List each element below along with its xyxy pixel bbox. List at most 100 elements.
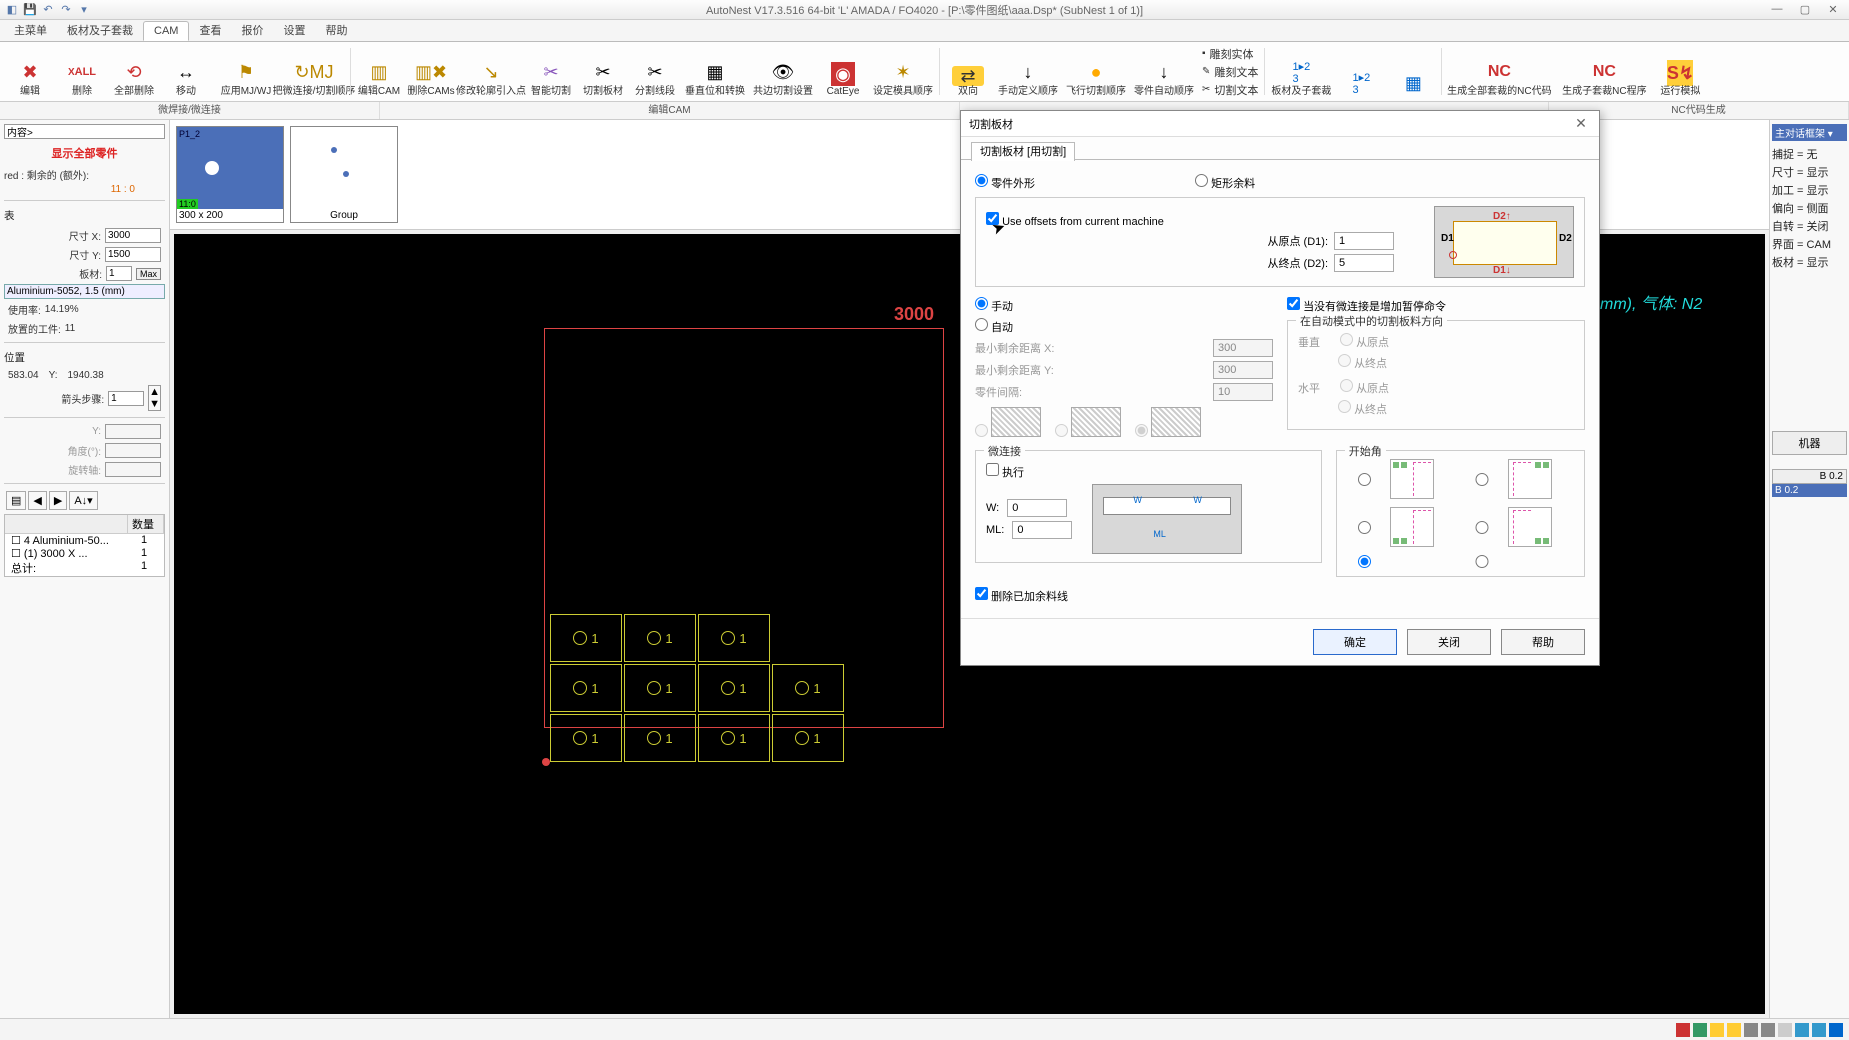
corner-opt3[interactable]: [1347, 521, 1382, 534]
tree-row[interactable]: ☐ 4 Aluminium-50...1: [5, 534, 164, 547]
rbtn-simulate[interactable]: S↯运行模拟: [1654, 44, 1706, 99]
close-button[interactable]: 关闭: [1407, 629, 1491, 655]
size-y-input[interactable]: [105, 247, 161, 262]
rbtn-bidir[interactable]: ⇄双向: [942, 44, 994, 99]
pattern1[interactable]: [975, 407, 1041, 440]
mj-w-input[interactable]: [1007, 499, 1067, 517]
rbtn-smart-cut[interactable]: ✂智能切割: [525, 44, 577, 99]
rbtn-engrave-solid[interactable]: ▪ 雕刻实体: [1202, 46, 1258, 62]
rbtn-gen-sub-nc[interactable]: NC生成子套裁NC程序: [1554, 44, 1654, 99]
rbtn-apply-mjwj[interactable]: ⚑应用MJ/WJ: [212, 44, 280, 99]
rbtn-edit-cam[interactable]: ▥编辑CAM: [353, 44, 405, 99]
show-all-parts[interactable]: 显示全部零件: [4, 141, 165, 165]
radio-auto[interactable]: 自动: [975, 318, 1013, 335]
check-delete-remnant[interactable]: 删除已加余料线: [975, 587, 1068, 604]
tab-help[interactable]: 帮助: [315, 19, 357, 41]
qat-icon-save[interactable]: 💾: [22, 2, 38, 18]
status-icon[interactable]: [1761, 1023, 1775, 1037]
check-add-pause[interactable]: 当没有微连接是增加暂停命令: [1287, 297, 1446, 314]
mj-ml-input[interactable]: [1012, 521, 1072, 539]
rbtn-tool-order[interactable]: ✶设定模具顺序: [869, 44, 937, 99]
tb-sort[interactable]: A↓▾: [69, 491, 97, 510]
qat-icon-redo[interactable]: ↷: [58, 2, 74, 18]
pattern3[interactable]: [1135, 407, 1201, 440]
part-cell[interactable]: [550, 664, 622, 712]
corner-opt2[interactable]: [1464, 473, 1499, 486]
corner-opt6[interactable]: [1464, 555, 1499, 568]
tab-settings[interactable]: 设置: [273, 19, 315, 41]
rbtn-delete-cams[interactable]: ▥✖删除CAMs: [405, 44, 457, 99]
b-selected[interactable]: B 0.2: [1772, 484, 1847, 497]
rbtn-delete[interactable]: XALL删除: [56, 44, 108, 99]
opt-snap[interactable]: 捕捉 = 无: [1772, 145, 1847, 163]
rbtn-sheet-sub[interactable]: 1▸23板材及子套裁: [1267, 44, 1335, 99]
part-cell[interactable]: [698, 714, 770, 762]
status-icon[interactable]: [1778, 1023, 1792, 1037]
d1-input[interactable]: [1334, 232, 1394, 250]
rbtn-cut-sheet[interactable]: ✂切割板材: [577, 44, 629, 99]
radio-part-outline[interactable]: 零件外形: [975, 174, 1035, 191]
radio-manual[interactable]: 手动: [975, 297, 1013, 314]
part-cell[interactable]: [550, 714, 622, 762]
part-cell[interactable]: [624, 664, 696, 712]
tab-view[interactable]: 查看: [189, 19, 231, 41]
rbtn-cut-text[interactable]: ✂ 切割文本: [1202, 82, 1258, 98]
opt-dim[interactable]: 尺寸 = 显示: [1772, 163, 1847, 181]
rbtn-vertical[interactable]: ▦垂直位和转换: [681, 44, 749, 99]
part-cell[interactable]: [698, 664, 770, 712]
content-search[interactable]: [4, 124, 165, 139]
tb-icon3[interactable]: ▶: [49, 491, 67, 510]
tab-main[interactable]: 主菜单: [4, 19, 57, 41]
arrow-step-input[interactable]: [108, 391, 144, 406]
opt-sheet[interactable]: 板材 = 显示: [1772, 253, 1847, 271]
rbtn-grid1[interactable]: 1▸23: [1335, 44, 1387, 99]
max-button[interactable]: Max: [136, 268, 161, 280]
part-cell[interactable]: [550, 614, 622, 662]
tab-quote[interactable]: 报价: [231, 19, 273, 41]
tab-sheet[interactable]: 板材及子套裁: [57, 19, 143, 41]
opt-proc[interactable]: 加工 = 显示: [1772, 181, 1847, 199]
status-icon[interactable]: [1795, 1023, 1809, 1037]
check-mj-exec[interactable]: 执行: [986, 463, 1024, 480]
right-combo[interactable]: 主对话框架 ▾: [1772, 124, 1847, 141]
opt-bias[interactable]: 偏向 = 侧面: [1772, 199, 1847, 217]
rbtn-gen-all-nc[interactable]: NC生成全部套裁的NC代码: [1444, 44, 1554, 99]
corner-opt4[interactable]: [1464, 521, 1499, 534]
corner-opt1[interactable]: [1347, 473, 1382, 486]
status-icon[interactable]: [1710, 1023, 1724, 1037]
close-button[interactable]: ✕: [1821, 3, 1845, 16]
opt-rot[interactable]: 自转 = 关闭: [1772, 217, 1847, 235]
radio-rect-remnant[interactable]: 矩形余料: [1195, 174, 1255, 191]
tb-icon2[interactable]: ◀: [28, 491, 46, 510]
parts-tree[interactable]: 数量 ☐ 4 Aluminium-50...1 ☐ (1) 3000 X ...…: [4, 514, 165, 577]
part-cell[interactable]: [624, 714, 696, 762]
rbtn-grid2[interactable]: ▦: [1387, 44, 1439, 99]
opt-ui[interactable]: 界面 = CAM: [1772, 235, 1847, 253]
part-cell[interactable]: [772, 714, 844, 762]
step-up[interactable]: ▲: [149, 386, 160, 398]
rbtn-leadin[interactable]: ↘修改轮廓引入点: [457, 44, 525, 99]
rbtn-common-cut[interactable]: 👁共边切割设置: [749, 44, 817, 99]
help-button[interactable]: 帮助: [1501, 629, 1585, 655]
rbtn-auto-order[interactable]: ↓零件自动顺序: [1130, 44, 1198, 99]
rbtn-mj-order[interactable]: ↻MJ把微连接/切割顺序: [280, 44, 348, 99]
qat-icon-undo[interactable]: ↶: [40, 2, 56, 18]
ok-button[interactable]: 确定: [1313, 629, 1397, 655]
sheet-count-input[interactable]: [106, 266, 132, 281]
rbtn-delete-all[interactable]: ⟲全部删除: [108, 44, 160, 99]
rbtn-manual-order[interactable]: ↓手动定义顺序: [994, 44, 1062, 99]
qat-dropdown[interactable]: ▾: [76, 2, 92, 18]
tab-cam[interactable]: CAM: [143, 21, 189, 41]
part-cell[interactable]: [698, 614, 770, 662]
rbtn-fly-cut[interactable]: ●飞行切割顺序: [1062, 44, 1130, 99]
rbtn-engrave-text[interactable]: ✎ 雕刻文本: [1202, 64, 1258, 80]
thumb-part[interactable]: P1_2 11:0 300 x 200: [176, 126, 284, 223]
d2-input[interactable]: [1334, 254, 1394, 272]
minimize-button[interactable]: —: [1765, 3, 1789, 16]
dialog-title-bar[interactable]: 切割板材 ✕: [961, 111, 1599, 137]
pattern2[interactable]: [1055, 407, 1121, 440]
status-icon[interactable]: [1812, 1023, 1826, 1037]
size-x-input[interactable]: [105, 228, 161, 243]
tree-row[interactable]: ☐ (1) 3000 X ...1: [5, 547, 164, 560]
thumb-group[interactable]: Group: [290, 126, 398, 223]
